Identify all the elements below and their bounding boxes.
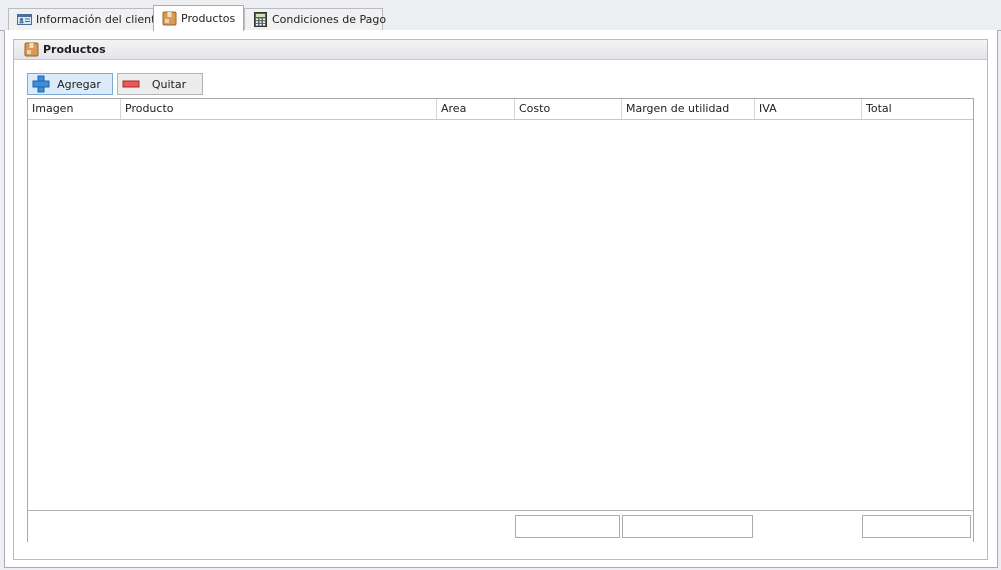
package-icon [162,11,177,26]
package-icon [24,42,39,57]
margen-summary-field [622,515,753,538]
tab-label: Condiciones de Pago [272,13,387,26]
grid-header: Imagen Producto Area Costo Margen de uti… [28,99,973,120]
costo-summary-field [515,515,620,538]
total-summary-field [862,515,971,538]
column-header-imagen[interactable]: Imagen [28,99,120,119]
tab-page-productos: Productos Agregar Quitar Imagen Producto… [4,30,998,568]
tab-informacion-cliente[interactable]: Información del cliente [8,8,162,30]
column-header-costo[interactable]: Costo [514,99,621,119]
minus-icon [122,75,140,93]
column-header-margen[interactable]: Margen de utilidad [621,99,754,119]
column-header-iva[interactable]: IVA [754,99,861,119]
id-card-icon [17,12,32,27]
column-header-total[interactable]: Total [861,99,973,119]
tab-productos[interactable]: Productos [153,5,244,31]
add-button-label: Agregar [57,77,101,91]
group-header: Productos [14,40,987,60]
add-button[interactable]: Agregar [27,73,113,95]
products-grid[interactable]: Imagen Producto Area Costo Margen de uti… [27,98,974,542]
productos-group: Productos Agregar Quitar Imagen Producto… [13,39,988,560]
tab-label: Productos [181,12,236,25]
tab-condiciones-pago[interactable]: Condiciones de Pago [244,8,387,30]
group-title: Productos [43,43,106,56]
remove-button-label: Quitar [151,77,187,91]
tab-label: Información del cliente [36,13,163,26]
column-header-area[interactable]: Area [436,99,514,119]
column-header-producto[interactable]: Producto [120,99,436,119]
toolbar: Agregar Quitar [27,73,203,95]
remove-button[interactable]: Quitar [117,73,203,95]
grid-footer [28,510,973,542]
calculator-icon [253,12,268,27]
plus-icon [32,75,50,93]
